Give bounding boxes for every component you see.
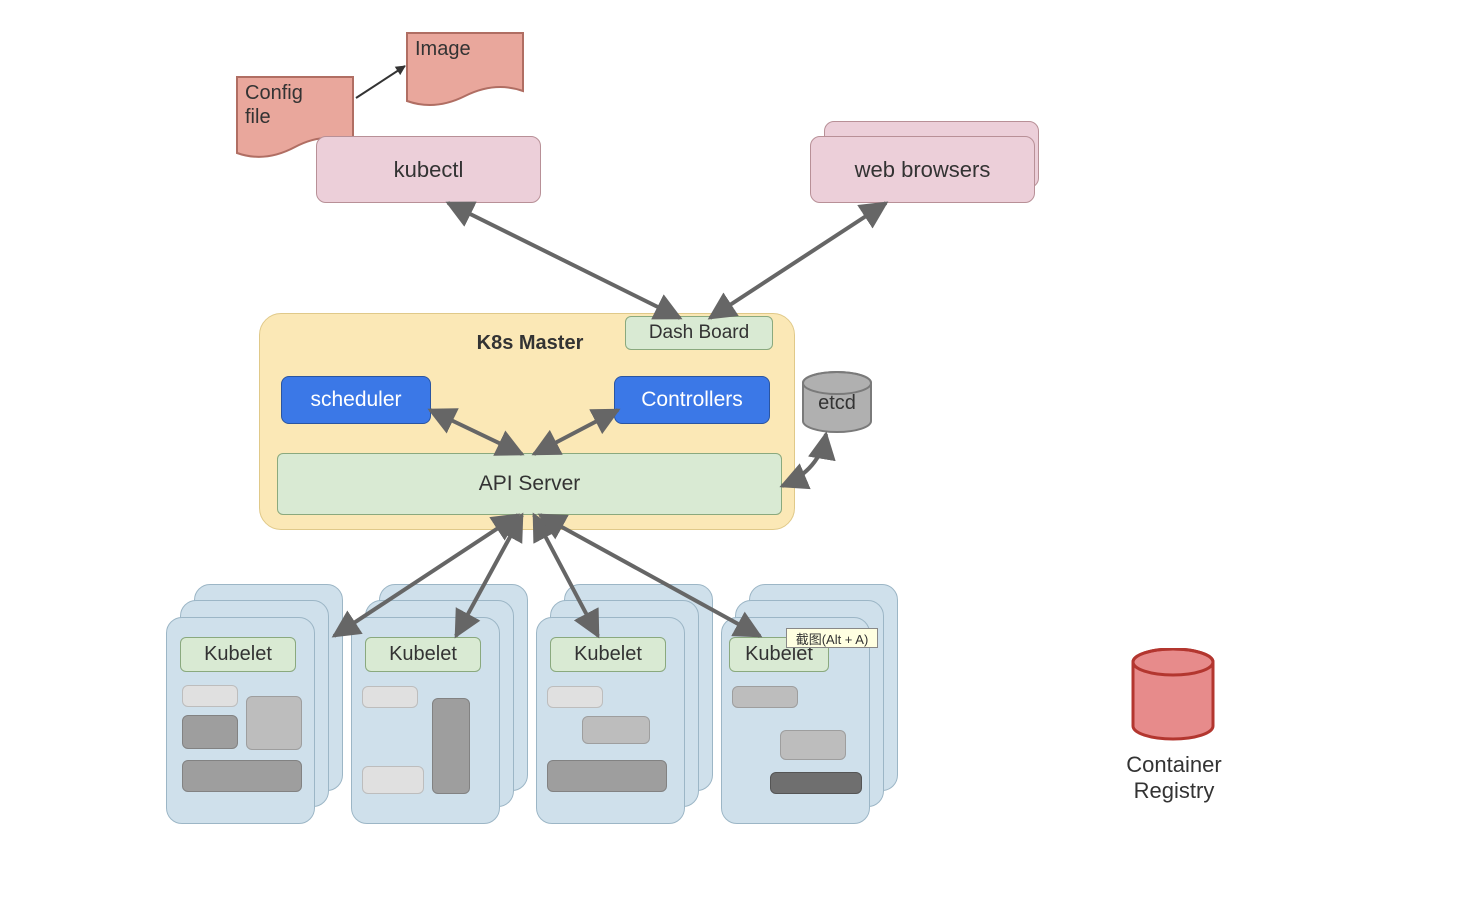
api-server-label: API Server xyxy=(479,472,581,496)
scheduler-label: scheduler xyxy=(310,388,401,412)
web-browsers-label: web browsers xyxy=(855,157,991,183)
controllers-label: Controllers xyxy=(641,388,743,412)
image-doc-label: Image xyxy=(415,37,515,61)
kubelet-label: Kubelet xyxy=(574,643,642,666)
config-file-label: Config file xyxy=(245,81,345,129)
web-browsers-box: web browsers xyxy=(810,136,1035,203)
diagram-stage: Image Config file kubectl web browsers K… xyxy=(0,0,1478,909)
container-block xyxy=(182,685,238,707)
registry-icon xyxy=(1130,648,1216,742)
kubectl-label: kubectl xyxy=(394,157,464,183)
container-block xyxy=(780,730,846,760)
master-title: K8s Master xyxy=(430,330,630,356)
dashboard-label: Dash Board xyxy=(649,322,749,344)
container-block xyxy=(432,698,470,794)
kubelet-label: Kubelet xyxy=(204,643,272,666)
scheduler-box: scheduler xyxy=(281,376,431,424)
controllers-box: Controllers xyxy=(614,376,770,424)
container-block xyxy=(182,715,238,749)
kubelet-box: Kubelet xyxy=(365,637,481,672)
kubelet-box: Kubelet xyxy=(180,637,296,672)
image-doc: Image xyxy=(405,31,525,111)
container-block xyxy=(582,716,650,744)
container-block xyxy=(547,686,603,708)
registry-label: Container Registry xyxy=(1108,748,1240,808)
dashboard-box: Dash Board xyxy=(625,316,773,350)
etcd-label: etcd xyxy=(800,388,874,418)
container-block xyxy=(182,760,302,792)
kubelet-box: Kubelet xyxy=(550,637,666,672)
container-block xyxy=(362,686,418,708)
container-block xyxy=(362,766,424,794)
container-block xyxy=(770,772,862,794)
api-server-box: API Server xyxy=(277,453,782,515)
kubelet-label: Kubelet xyxy=(389,643,457,666)
kubectl-box: kubectl xyxy=(316,136,541,203)
screenshot-tooltip: 截图(Alt + A) xyxy=(786,628,878,648)
container-block xyxy=(547,760,667,792)
container-block xyxy=(732,686,798,708)
container-block xyxy=(246,696,302,750)
